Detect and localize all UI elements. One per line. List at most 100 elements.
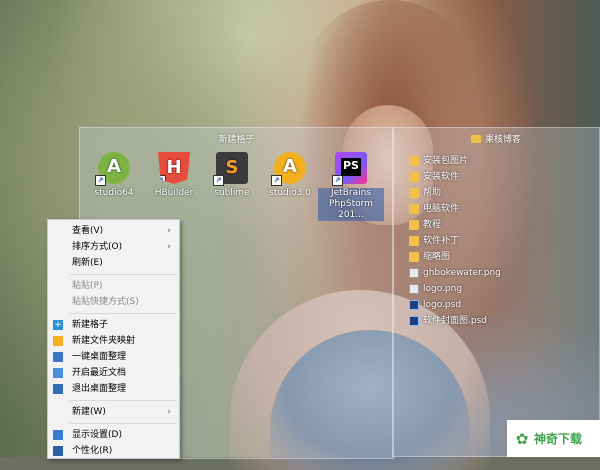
item-label: 帮助 — [423, 188, 442, 198]
item-label: 安装包图片 — [423, 156, 469, 166]
menu-item-label: 新建(W) — [72, 407, 106, 417]
menu-separator — [70, 274, 177, 275]
menu-item-label: 粘贴快捷方式(S) — [72, 297, 139, 307]
shortcut-label: studio3.0 — [269, 188, 311, 198]
menu-item-label: 个性化(R) — [72, 446, 113, 456]
folder-icon — [409, 156, 419, 166]
menu-item-label: 排序方式(O) — [72, 242, 123, 252]
exit-icon — [53, 384, 63, 394]
item-label: 缩略图 — [423, 252, 451, 262]
item-label: 电脑软件 — [423, 204, 460, 214]
list-item[interactable]: logo.psd — [409, 297, 501, 313]
item-label: logo.png — [423, 284, 463, 294]
chevron-right-icon: › — [167, 407, 171, 417]
list-item[interactable]: 安装软件 — [409, 169, 501, 185]
list-item[interactable]: 缩略图 — [409, 249, 501, 265]
document-icon — [53, 368, 63, 378]
list-item[interactable]: 软件封面图.psd — [409, 313, 501, 329]
personalize-icon — [53, 446, 63, 456]
desktop-shortcut-studio64[interactable]: ↗ studio64 — [84, 152, 144, 199]
list-item[interactable]: 教程 — [409, 217, 501, 233]
shortcut-arrow-icon: ↗ — [213, 175, 224, 186]
list-item[interactable]: 电脑软件 — [409, 201, 501, 217]
menu-item-one-click-organize[interactable]: 一键桌面整理 — [48, 349, 179, 365]
chevron-right-icon: › — [167, 226, 171, 236]
menu-separator — [70, 400, 177, 401]
desktop-shortcut-phpstorm[interactable]: ↗ JetBrains PhpStorm 201... — [318, 152, 384, 221]
site-watermark: ✿ 神奇下载 — [507, 420, 600, 457]
list-item[interactable]: 安装包图片 — [409, 153, 501, 169]
folder-icon — [409, 220, 419, 230]
menu-item-refresh[interactable]: 刷新(E) — [48, 255, 179, 271]
shortcut-arrow-icon: ↗ — [95, 175, 106, 186]
item-label: 教程 — [423, 220, 442, 230]
sublime-icon: ↗ — [213, 152, 248, 186]
shortcut-label: JetBrains PhpStorm 201... — [318, 188, 384, 221]
shortcut-arrow-icon: ↗ — [332, 175, 343, 186]
psd-file-icon — [409, 300, 419, 310]
android-studio-icon: ↗ — [95, 152, 130, 186]
menu-separator — [70, 423, 177, 424]
menu-item-label: 退出桌面整理 — [72, 384, 127, 394]
png-file-icon — [409, 284, 419, 294]
list-item[interactable]: ghbokewater.png — [409, 265, 501, 281]
menu-separator — [70, 313, 177, 314]
desktop-shortcut-sublime[interactable]: ↗ sublime — [202, 152, 262, 199]
item-label: logo.psd — [423, 300, 462, 310]
fence-file-list: 安装包图片 安装软件 帮助 电脑软件 教程 软件补丁 缩略图 ghbokewat… — [409, 153, 501, 329]
menu-item-paste-shortcut[interactable]: 粘贴快捷方式(S) — [48, 294, 179, 310]
fence-title[interactable]: 果核博客 — [393, 132, 599, 145]
android-studio-icon: ↗ — [271, 152, 306, 186]
folder-icon — [409, 252, 419, 262]
plus-icon: + — [53, 320, 63, 330]
organize-icon — [53, 352, 63, 362]
list-item[interactable]: 软件补丁 — [409, 233, 501, 249]
hbuilder-icon: ↗ — [158, 152, 190, 184]
folder-icon — [409, 236, 419, 246]
item-label: ghbokewater.png — [423, 268, 501, 278]
psd-file-icon — [409, 316, 419, 326]
desktop-shortcut-hbuilder[interactable]: ↗ HBuilder — [144, 152, 204, 199]
watermark-text: 神奇下载 — [534, 432, 583, 446]
menu-item-exit-organize[interactable]: 退出桌面整理 — [48, 381, 179, 397]
desktop-context-menu: 查看(V) › 排序方式(O) › 刷新(E) 粘贴(P) 粘贴快捷方式(S) + 新… — [47, 219, 180, 459]
menu-item-label: 粘贴(P) — [72, 281, 103, 291]
shortcut-label: HBuilder — [154, 188, 194, 198]
menu-item-new-fence[interactable]: + 新建格子 — [48, 317, 179, 333]
folder-link-icon — [53, 336, 63, 346]
fence-title-label: 果核博客 — [484, 135, 521, 145]
menu-item-label: 开启最近文档 — [72, 368, 127, 378]
menu-item-label: 一键桌面整理 — [72, 352, 127, 362]
folder-icon — [409, 172, 419, 182]
menu-item-new[interactable]: 新建(W) › — [48, 404, 179, 420]
list-item[interactable]: logo.png — [409, 281, 501, 297]
menu-item-label: 新建文件夹映射 — [72, 336, 136, 346]
shortcut-arrow-icon: ↗ — [271, 175, 282, 186]
menu-item-sort[interactable]: 排序方式(O) › — [48, 239, 179, 255]
chevron-right-icon: › — [167, 242, 171, 252]
shortcut-label: studio64 — [94, 188, 134, 198]
desktop-shortcut-studio3[interactable]: ↗ studio3.0 — [260, 152, 320, 199]
item-label: 软件封面图.psd — [423, 316, 487, 326]
menu-item-label: 查看(V) — [72, 226, 104, 236]
folder-icon — [470, 135, 481, 143]
fence-guohe-blog[interactable]: 果核博客 安装包图片 安装软件 帮助 电脑软件 教程 软件补丁 缩略图 ghbo… — [392, 127, 600, 457]
shortcut-label: sublime — [214, 188, 250, 198]
shortcut-arrow-icon: ↗ — [158, 175, 166, 184]
display-icon — [53, 430, 63, 440]
item-label: 安装软件 — [423, 172, 460, 182]
phpstorm-icon: ↗ — [332, 152, 367, 186]
menu-item-paste[interactable]: 粘贴(P) — [48, 278, 179, 294]
item-label: 软件补丁 — [423, 236, 460, 246]
png-file-icon — [409, 268, 419, 278]
menu-item-display-settings[interactable]: 显示设置(D) — [48, 427, 179, 443]
menu-item-recent-docs[interactable]: 开启最近文档 — [48, 365, 179, 381]
folder-icon — [409, 204, 419, 214]
fence-title[interactable]: 新建格子 — [80, 132, 393, 145]
menu-item-label: 显示设置(D) — [72, 430, 122, 440]
menu-item-view[interactable]: 查看(V) › — [48, 223, 179, 239]
menu-item-new-folder-map[interactable]: 新建文件夹映射 — [48, 333, 179, 349]
folder-icon — [409, 188, 419, 198]
list-item[interactable]: 帮助 — [409, 185, 501, 201]
menu-item-label: 新建格子 — [72, 320, 109, 330]
